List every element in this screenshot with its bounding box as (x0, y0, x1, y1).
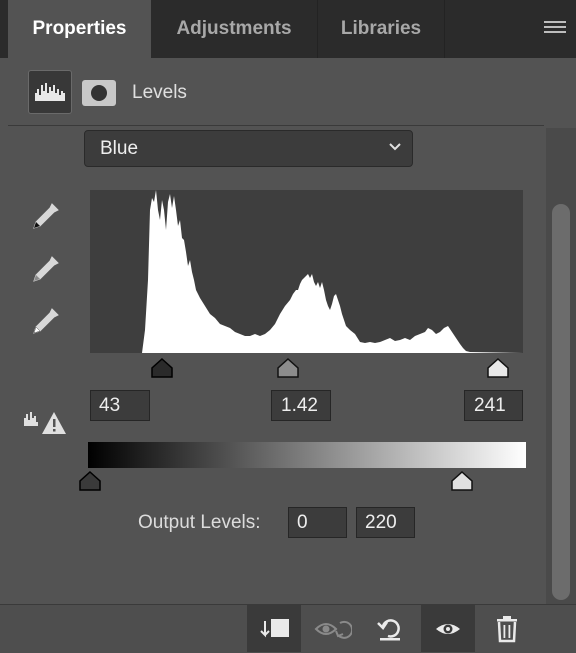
input-white-value: 241 (474, 394, 506, 416)
channel-select-value: Blue (100, 137, 139, 159)
input-white-field[interactable]: 241 (464, 390, 523, 421)
clip-to-layer-button[interactable] (247, 605, 301, 652)
tab-label: Adjustments (176, 18, 292, 39)
mask-icon[interactable] (82, 80, 116, 106)
levels-adjustment-icon[interactable] (28, 70, 72, 114)
input-gamma-value: 1.42 (281, 394, 318, 416)
output-gradient-bar (88, 442, 526, 468)
input-gamma-slider[interactable] (276, 358, 300, 378)
histogram (90, 190, 523, 353)
header-divider (8, 125, 544, 126)
view-previous-state-button[interactable] (305, 605, 359, 652)
output-white-field[interactable]: 220 (356, 507, 415, 538)
delete-button[interactable] (480, 605, 534, 652)
adjustment-title: Levels (132, 82, 187, 103)
clipping-warning-icon[interactable] (22, 406, 68, 436)
delete-icon (497, 615, 517, 642)
input-white-slider[interactable] (486, 358, 510, 378)
channel-select[interactable]: Blue (84, 130, 413, 167)
tab-libraries[interactable]: Libraries (318, 0, 445, 58)
histogram-graph (142, 190, 523, 353)
white-point-eyedropper-icon[interactable] (26, 303, 64, 341)
scrollbar-thumb[interactable] (552, 204, 570, 600)
output-white-slider[interactable] (450, 471, 474, 491)
black-point-eyedropper-icon[interactable] (26, 198, 64, 236)
reset-button[interactable] (363, 605, 417, 652)
input-gamma-field[interactable]: 1.42 (271, 390, 331, 421)
clip-to-layer-icon (260, 618, 289, 637)
input-black-value: 43 (99, 394, 121, 416)
output-black-value: 0 (297, 511, 308, 533)
tab-label: Properties (32, 18, 127, 39)
view-previous-state-icon (314, 620, 352, 639)
panel-menu-icon[interactable] (544, 21, 566, 37)
output-levels-label: Output Levels: (138, 512, 261, 533)
tab-properties[interactable]: Properties (8, 0, 151, 58)
input-black-slider[interactable] (150, 358, 174, 378)
input-black-field[interactable]: 43 (90, 390, 150, 421)
chevron-down-icon (389, 143, 401, 151)
output-black-slider[interactable] (78, 471, 102, 491)
tab-label: Libraries (340, 18, 422, 39)
visibility-button[interactable] (421, 605, 475, 652)
visibility-icon (436, 623, 460, 634)
output-white-value: 220 (365, 511, 397, 533)
gray-point-eyedropper-icon[interactable] (26, 251, 64, 289)
reset-icon (377, 618, 400, 640)
output-black-field[interactable]: 0 (288, 507, 347, 538)
tab-adjustments[interactable]: Adjustments (151, 0, 318, 58)
